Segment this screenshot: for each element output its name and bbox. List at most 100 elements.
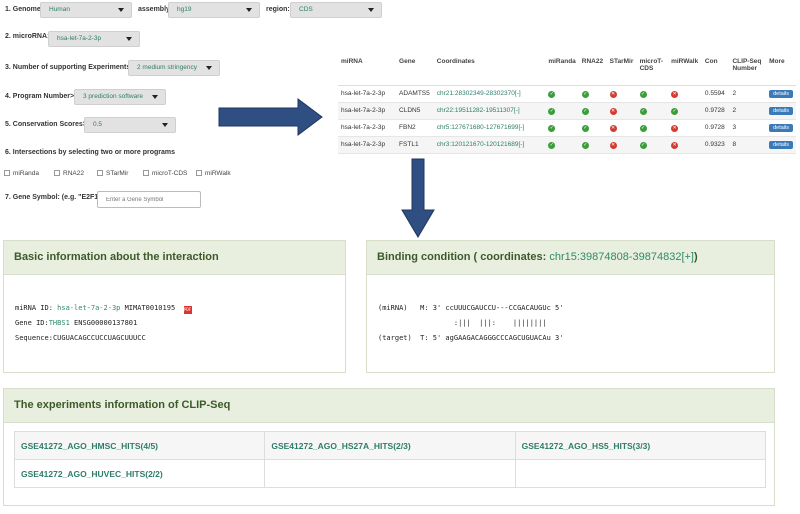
miranda-cell: ✓ [545, 85, 579, 103]
genome-select[interactable]: Human [40, 2, 132, 18]
intersections-label: 6. Intersections by selecting two or mor… [5, 149, 175, 156]
col-header: Con [701, 55, 730, 86]
clip-experiment-link[interactable]: GSE41272_AGO_HMSC_HITS(4/5) [13, 431, 266, 460]
assembly-select[interactable]: hg19 [168, 2, 260, 18]
conservation-select[interactable]: 0.5 [84, 117, 176, 133]
cross-icon: ✕ [609, 124, 617, 132]
clip-title: The experiments information of CLIP-Seq [4, 389, 774, 423]
gene-symbol-link[interactable]: THBS1 [49, 319, 70, 327]
mirna-id-label: miRNA ID: [15, 304, 58, 312]
con-cell: 0.5594 [701, 85, 730, 103]
miranda-cell: ✓ [545, 102, 579, 120]
cross-icon: ✕ [609, 141, 617, 149]
mirwalk-cell: ✕ [668, 136, 702, 154]
col-header: miRNA [338, 55, 397, 86]
clip-table: GSE41272_AGO_HMSC_HITS(4/5) GSE41272_AGO… [13, 431, 767, 488]
col-header: microT-CDS [636, 55, 669, 86]
results-header-row: miRNA Gene Coordinates miRanda RNA22 STa… [338, 55, 796, 86]
con-cell: 0.9728 [701, 102, 730, 120]
gene-id-label: Gene ID: [15, 319, 49, 327]
check-icon: ✓ [581, 124, 589, 132]
mirna-id-link[interactable]: hsa-let-7a-2-3p [57, 304, 120, 312]
chevron-down-icon [246, 8, 252, 12]
clip-number-cell: 3 [729, 119, 767, 137]
experiments-select[interactable]: 2 medium stringency [128, 60, 220, 76]
details-button[interactable]: details [769, 89, 793, 98]
checkbox-icon[interactable] [196, 170, 202, 176]
miranda-cell: ✓ [545, 119, 579, 137]
coordinates-link[interactable]: chr21:28302349-28302370[-] [433, 85, 546, 103]
clip-number-cell: 2 [729, 102, 767, 120]
microt-cell: ✓ [636, 136, 669, 154]
program-checkbox-label: microT-CDS [152, 170, 188, 177]
cross-icon: ✕ [671, 90, 679, 98]
check-icon: ✓ [548, 124, 556, 132]
cross-icon: ✕ [609, 90, 617, 98]
gene-symbol-input[interactable] [97, 191, 201, 208]
chevron-down-icon [126, 37, 132, 41]
binding-title-suffix: ) [693, 251, 698, 263]
col-header: STarMir [606, 55, 637, 86]
program-checkbox-microt[interactable]: microT-CDS [143, 170, 187, 177]
sequence-label: Sequence: [15, 334, 53, 342]
arrow-down-icon [401, 158, 435, 238]
con-cell: 0.9728 [701, 119, 730, 137]
microrna-select-value: hsa-let-7a-2-3p [57, 35, 102, 42]
table-row: hsa-let-7a-2-3p CLDN5 chr22:19511282-19511… [338, 102, 796, 120]
col-header: Coordinates [433, 55, 546, 86]
details-button[interactable]: details [769, 123, 793, 132]
clip-experiment-link[interactable]: GSE41272_AGO_HS27A_HITS(2/3) [264, 431, 516, 460]
clip-experiment-link[interactable]: GSE41272_AGO_HS5_HITS(3/3) [514, 431, 767, 460]
checkbox-icon[interactable] [97, 170, 103, 176]
coordinates-link[interactable]: chr5:127671680-127671699[-] [433, 119, 546, 137]
program-checkbox-rna22[interactable]: RNA22 [54, 170, 84, 177]
genome-select-value: Human [49, 6, 70, 13]
check-icon: ✓ [581, 90, 589, 98]
program-checkbox-label: STarMir [106, 170, 129, 177]
mirna-cell: hsa-let-7a-2-3p [338, 119, 397, 137]
details-button[interactable]: details [769, 140, 793, 149]
col-header: More [766, 55, 796, 86]
mimat-id: MIMAT0010195 [120, 304, 180, 312]
binding-title-text: Binding condition ( coordinates: [377, 251, 550, 263]
check-icon: ✓ [581, 107, 589, 115]
program-checkbox-miranda[interactable]: miRanda [4, 170, 39, 177]
coordinates-link[interactable]: chr22:19511282-19511307[-] [433, 102, 546, 120]
region-select[interactable]: CDS [290, 2, 382, 18]
check-icon: ✓ [548, 107, 556, 115]
checkbox-icon[interactable] [54, 170, 60, 176]
microt-cell: ✓ [636, 102, 669, 120]
region-select-value: CDS [299, 6, 313, 13]
table-row: hsa-let-7a-2-3p ADAMTS5 chr21:28302349-283… [338, 85, 796, 103]
pdf-icon[interactable]: PDF [183, 306, 192, 314]
program-select[interactable]: 3 prediction software [74, 89, 166, 105]
chevron-down-icon [152, 95, 158, 99]
microrna-select[interactable]: hsa-let-7a-2-3p [48, 31, 140, 47]
cross-icon: ✕ [609, 107, 617, 115]
checkbox-icon[interactable] [143, 170, 149, 176]
gene-symbol-label: 7. Gene Symbol: (e.g. "E2F1") [5, 194, 104, 201]
check-icon: ✓ [639, 141, 647, 149]
more-cell: details [766, 102, 796, 120]
chevron-down-icon [118, 8, 124, 12]
region-label: region: [266, 6, 290, 13]
arrow-right-icon [218, 98, 323, 136]
alignment-match-line: :||| |||: |||||||| [378, 319, 547, 327]
program-label: 4. Program Number>= [5, 93, 79, 100]
cross-icon: ✕ [671, 141, 679, 149]
mirna-cell: hsa-let-7a-2-3p [338, 102, 397, 120]
coordinates-link[interactable]: chr3:120121670-120121689[-] [433, 136, 546, 154]
binding-coordinates-link[interactable]: chr15:39874808-39874832[+] [549, 251, 694, 263]
clip-number-cell: 2 [729, 85, 767, 103]
conservation-label: 5. Conservation Scores>= [5, 121, 91, 128]
mirwalk-cell: ✓ [668, 102, 702, 120]
program-checkbox-mirwalk[interactable]: miRWalk [196, 170, 231, 177]
details-button[interactable]: details [769, 106, 793, 115]
chevron-down-icon [206, 66, 212, 70]
clip-empty-cell [264, 459, 516, 488]
program-checkbox-starmir[interactable]: STarMir [97, 170, 128, 177]
checkbox-icon[interactable] [4, 170, 10, 176]
genome-label: 1. Genome: [5, 6, 44, 13]
clip-experiment-link[interactable]: GSE41272_AGO_HUVEC_HITS(2/2) [13, 459, 266, 488]
check-icon: ✓ [548, 90, 556, 98]
